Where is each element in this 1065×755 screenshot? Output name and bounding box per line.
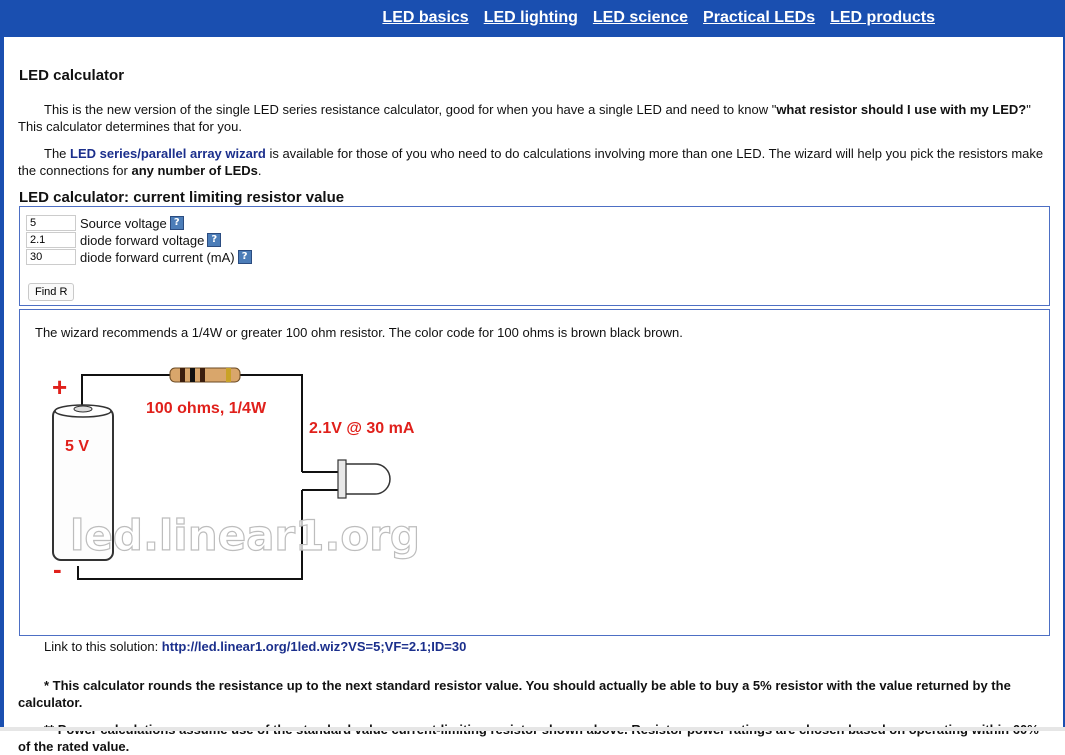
forward-current-label: diode forward current (mA) bbox=[80, 249, 235, 265]
resistor-band bbox=[180, 368, 185, 382]
resistor-value-label: 100 ohms, 1/4W bbox=[146, 400, 267, 417]
page-title: LED calculator bbox=[19, 67, 125, 84]
watermark-text: led.linear1.org bbox=[70, 511, 420, 560]
rounding-note: * This calculator rounds the resistance … bbox=[18, 678, 1011, 710]
top-nav-links: LED basics LED lighting LED science Prac… bbox=[382, 9, 935, 27]
forward-current-input[interactable] bbox=[26, 249, 76, 265]
nav-led-lighting[interactable]: LED lighting bbox=[484, 9, 578, 27]
minus-sign: - bbox=[53, 554, 62, 584]
find-r-button[interactable]: Find R bbox=[28, 283, 75, 301]
led-rim bbox=[337, 459, 347, 499]
source-voltage-row: Source voltage ? bbox=[26, 215, 184, 231]
nav-led-science[interactable]: LED science bbox=[593, 9, 688, 27]
led-leads bbox=[302, 471, 340, 491]
forward-voltage-row: diode forward voltage ? bbox=[26, 232, 222, 248]
result-panel: The wizard recommends a 1/4W or greater … bbox=[19, 309, 1050, 636]
solution-link[interactable]: http://led.linear1.org/1led.wiz?VS=5;VF=… bbox=[162, 639, 467, 654]
calculator-form: Source voltage ? diode forward voltage ?… bbox=[19, 206, 1050, 306]
wizard-paragraph: The LED series/parallel array wizard is … bbox=[18, 146, 1044, 178]
battery-terminal bbox=[73, 405, 93, 413]
source-voltage-label: Source voltage bbox=[80, 215, 167, 231]
forward-current-row: diode forward current (mA) ? bbox=[26, 249, 252, 265]
wizard-link[interactable]: LED series/parallel array wizard bbox=[70, 146, 266, 161]
calculator-section-title: LED calculator: current limiting resisto… bbox=[19, 189, 345, 206]
plus-sign: + bbox=[52, 372, 67, 402]
resistor-band bbox=[190, 368, 195, 382]
help-icon[interactable]: ? bbox=[207, 233, 222, 247]
led-body bbox=[339, 463, 391, 495]
nav-practical-leds[interactable]: Practical LEDs bbox=[703, 9, 815, 27]
help-icon[interactable]: ? bbox=[237, 250, 252, 264]
bottom-strip bbox=[0, 727, 1065, 731]
battery-voltage-label: 5 V bbox=[65, 438, 89, 455]
resistor-band bbox=[200, 368, 205, 382]
source-voltage-input[interactable] bbox=[26, 215, 76, 231]
intro-paragraph: This is the new version of the single LE… bbox=[18, 102, 1031, 134]
result-text: The wizard recommends a 1/4W or greater … bbox=[35, 325, 683, 340]
forward-voltage-label: diode forward voltage bbox=[80, 232, 205, 248]
solution-link-line: Link to this solution: http://led.linear… bbox=[44, 639, 467, 654]
led-rating-label: 2.1V @ 30 mA bbox=[309, 420, 415, 437]
nav-led-basics[interactable]: LED basics bbox=[382, 9, 468, 27]
help-icon[interactable]: ? bbox=[169, 216, 184, 230]
circuit-diagram: + - 5 V 100 ohms, 1/4W 2.1V @ 30 mA led.… bbox=[52, 367, 421, 584]
left-border bbox=[0, 37, 4, 731]
resistor-band bbox=[226, 368, 231, 382]
top-navigation-bar: LED basics LED lighting LED science Prac… bbox=[0, 0, 1065, 37]
forward-voltage-input[interactable] bbox=[26, 232, 76, 248]
nav-led-products[interactable]: LED products bbox=[830, 9, 935, 27]
